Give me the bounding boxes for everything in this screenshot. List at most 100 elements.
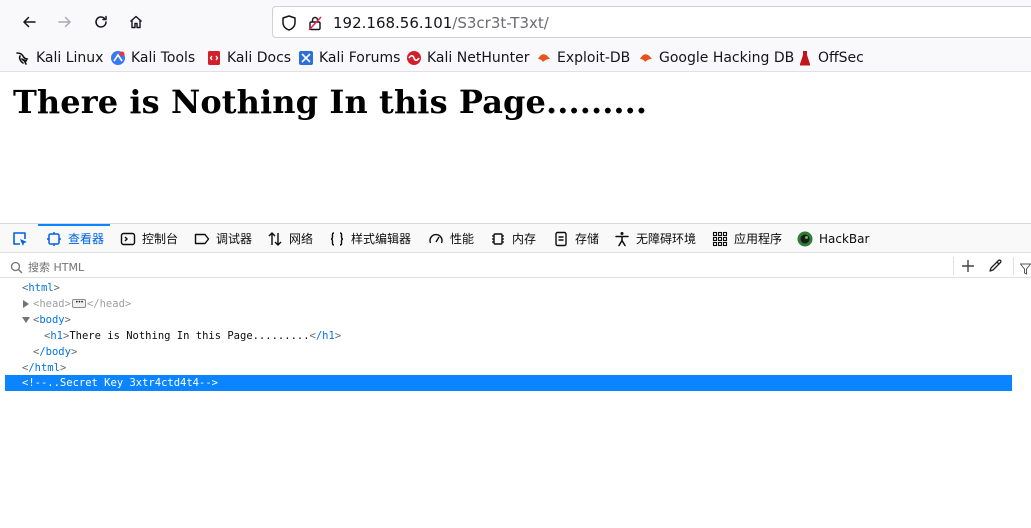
url-path: /S3cr3t-T3xt/	[452, 14, 549, 32]
kali-dragon-icon	[15, 50, 31, 66]
collapsed-content-icon[interactable]	[71, 295, 86, 311]
tab-label: 无障碍环境	[636, 232, 697, 246]
divider	[1013, 257, 1014, 275]
tag-name: head	[39, 298, 65, 310]
tab-label: 内存	[512, 232, 537, 246]
bookmark-kali-nethunter[interactable]: Kali NetHunter	[406, 48, 529, 68]
tag-name: /head	[93, 298, 125, 310]
bookmark-label: Kali Docs	[227, 50, 292, 66]
markup-search-bar: 搜索 HTML	[0, 254, 1031, 278]
hackbar-icon	[797, 231, 813, 247]
tab-hackbar[interactable]: HackBar	[797, 224, 869, 253]
node-html-close[interactable]: </html>	[22, 360, 66, 376]
bookmark-google-hacking-db[interactable]: Google Hacking DB	[638, 48, 794, 68]
storage-icon	[553, 231, 569, 247]
inspector-icon	[46, 231, 62, 247]
node-html-open[interactable]: <html>	[22, 280, 60, 296]
bookmark-offsec[interactable]: OffSec	[797, 48, 864, 68]
bookmark-exploit-db[interactable]: Exploit-DB	[536, 48, 630, 68]
tab-style-editor[interactable]: 样式编辑器	[329, 224, 411, 253]
add-node-button[interactable]	[960, 257, 976, 275]
tag-name: body	[39, 314, 65, 326]
comment-text: <!--..Secret Key 3xtr4ctd4t4-->	[22, 377, 218, 389]
tab-accessibility[interactable]: 无障碍环境	[614, 224, 696, 253]
tab-performance[interactable]: 性能	[428, 224, 474, 253]
url-bar[interactable]: 192.168.56.101/S3cr3t-T3xt/	[272, 6, 1031, 38]
insecure-lock-icon[interactable]	[306, 14, 324, 36]
tag-name: /body	[39, 346, 71, 358]
tab-label: 性能	[450, 232, 475, 246]
bookmark-label: Kali Forums	[319, 50, 401, 66]
tab-storage[interactable]: 存储	[553, 224, 599, 253]
bookmark-kali-docs[interactable]: Kali Docs	[206, 48, 291, 68]
tab-label: 样式编辑器	[351, 232, 412, 246]
memory-icon	[490, 231, 506, 247]
tab-console[interactable]: 控制台	[120, 224, 178, 253]
url-text[interactable]: 192.168.56.101/S3cr3t-T3xt/	[333, 13, 549, 33]
filter-styles-button[interactable]	[1019, 260, 1031, 279]
google-hacking-db-icon	[638, 50, 654, 66]
search-html-input[interactable]: 搜索 HTML	[28, 259, 84, 275]
devtools-panel: 查看器 控制台 调试器 网络 样式编辑器 性能 内存 存储 无障碍环境 应用程序…	[0, 223, 1031, 528]
expand-head-toggle[interactable]	[22, 296, 30, 312]
divider	[953, 257, 954, 275]
devtools-tabbar: 查看器 控制台 调试器 网络 样式编辑器 性能 内存 存储 无障碍环境 应用程序…	[0, 224, 1031, 253]
tab-debugger[interactable]: 调试器	[194, 224, 252, 253]
bookmark-kali-linux[interactable]: Kali Linux	[15, 48, 103, 68]
tag-name: /h1	[315, 330, 335, 342]
tab-application[interactable]: 应用程序	[712, 224, 782, 253]
back-button[interactable]	[16, 9, 42, 35]
bookmark-label: Kali Linux	[36, 50, 104, 66]
forward-button[interactable]	[52, 9, 78, 35]
kali-tools-icon	[110, 50, 126, 66]
element-picker-icon	[13, 232, 27, 246]
node-body-open[interactable]: <body>	[33, 312, 71, 328]
page-heading: There is Nothing In this Page.........	[13, 83, 648, 121]
exploit-db-icon	[536, 50, 552, 66]
kali-forums-icon	[298, 50, 314, 66]
bookmark-kali-forums[interactable]: Kali Forums	[298, 48, 400, 68]
element-picker-button[interactable]	[4, 225, 36, 253]
tab-label: 控制台	[142, 232, 179, 246]
network-icon	[267, 231, 283, 247]
reload-icon	[95, 15, 107, 28]
node-comment-selected[interactable]: <!--..Secret Key 3xtr4ctd4t4-->	[5, 375, 1012, 391]
tab-inspector[interactable]: 查看器	[37, 224, 111, 253]
eyedropper-icon	[989, 259, 1002, 272]
node-body-close[interactable]: </body>	[33, 344, 77, 360]
reload-button[interactable]	[88, 9, 114, 35]
navigation-toolbar: 192.168.56.101/S3cr3t-T3xt/	[0, 0, 1031, 44]
home-icon	[130, 15, 142, 29]
bookmarks-toolbar: Kali Linux Kali Tools Kali Docs Kali For…	[0, 44, 1031, 72]
style-editor-icon	[329, 231, 345, 247]
node-h1[interactable]: <h1>There is Nothing In this Page.......…	[44, 328, 341, 344]
chevron-right-icon	[23, 300, 29, 308]
tab-memory[interactable]: 内存	[490, 224, 536, 253]
text-node: There is Nothing In this Page.........	[69, 330, 310, 342]
tracking-protection-shield-icon[interactable]	[280, 14, 298, 36]
tab-network[interactable]: 网络	[267, 224, 313, 253]
debugger-icon	[194, 231, 210, 247]
bookmark-kali-tools[interactable]: Kali Tools	[110, 48, 195, 68]
application-icon	[712, 231, 728, 247]
eyedropper-button[interactable]	[988, 258, 1003, 277]
console-icon	[120, 231, 136, 247]
home-button[interactable]	[123, 9, 149, 35]
tag-name: html	[28, 282, 54, 294]
accessibility-icon	[614, 231, 630, 247]
collapse-body-toggle[interactable]	[22, 312, 30, 328]
tag-name: /html	[28, 362, 60, 374]
tab-label: 查看器	[68, 232, 105, 246]
tab-label: HackBar	[819, 231, 870, 246]
tab-label: 调试器	[216, 232, 253, 246]
node-head[interactable]: <head></head>	[33, 295, 131, 312]
tag-name: h1	[50, 330, 63, 342]
kali-nethunter-icon	[406, 50, 422, 66]
chevron-down-icon	[22, 317, 30, 323]
plus-icon	[962, 260, 974, 272]
bookmark-label: Exploit-DB	[557, 50, 631, 66]
bookmark-label: OffSec	[818, 50, 864, 66]
search-icon	[10, 259, 23, 278]
bookmark-label: Google Hacking DB	[659, 50, 795, 66]
back-arrow-icon	[23, 16, 36, 28]
